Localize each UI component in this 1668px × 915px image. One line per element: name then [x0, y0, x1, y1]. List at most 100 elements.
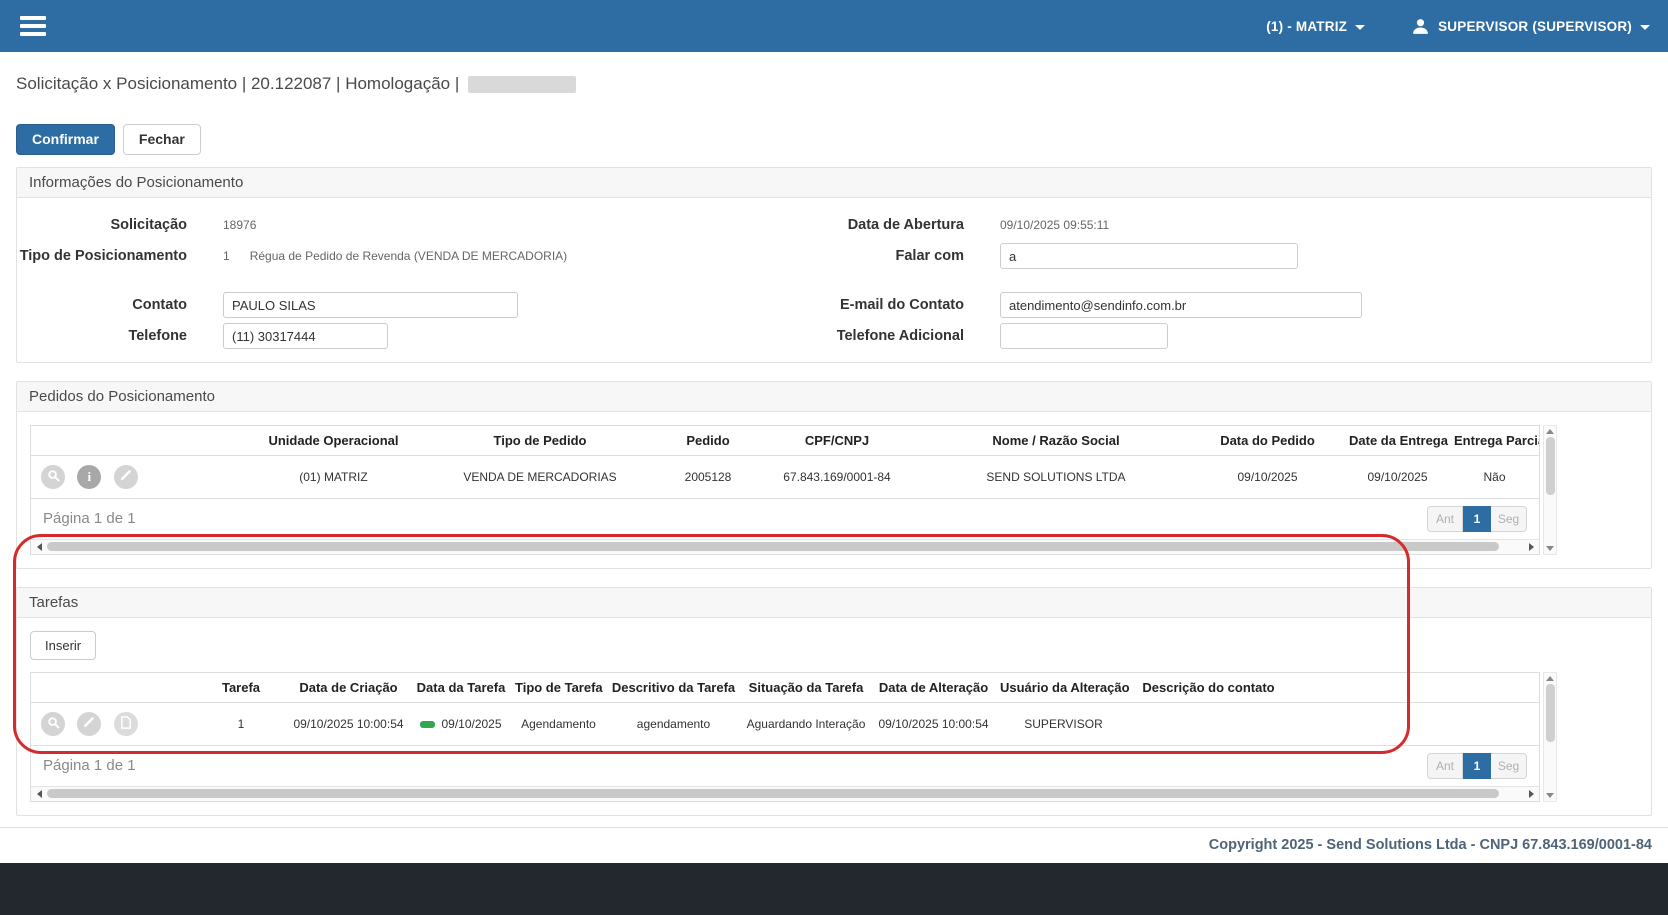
email-label: E-mail do Contato: [834, 297, 964, 313]
row-edit-button[interactable]: [77, 712, 101, 736]
telefone-label: Telefone: [17, 328, 187, 344]
col-pedido: Pedido: [664, 426, 752, 456]
telefone-adicional-input[interactable]: [1000, 323, 1168, 349]
vertical-scrollbar[interactable]: [1543, 672, 1557, 802]
pedidos-panel-title: Pedidos do Posicionamento: [17, 382, 1651, 412]
tipo-code: 1: [223, 249, 230, 263]
info-icon: i: [88, 470, 92, 483]
search-icon: [47, 716, 60, 732]
chevron-down-icon: [1640, 25, 1650, 30]
vertical-scrollbar[interactable]: [1543, 425, 1557, 555]
page: (1) - MATRIZ SUPERVISOR (SUPERVISOR) Sol…: [0, 0, 1668, 915]
horizontal-scrollbar[interactable]: [31, 539, 1539, 554]
telefone-adicional-label: Telefone Adicional: [834, 328, 964, 344]
col-actions: [31, 426, 251, 456]
info-panel-title: Informações do Posicionamento: [17, 168, 1651, 198]
topbar: (1) - MATRIZ SUPERVISOR (SUPERVISOR): [0, 0, 1668, 52]
cell-usuario-alteracao: SUPERVISOR: [996, 702, 1131, 745]
cell-nome: SEND SOLUTIONS LTDA: [922, 455, 1190, 498]
field-email-contato: E-mail do Contato: [834, 290, 1651, 321]
inserir-button[interactable]: Inserir: [30, 631, 96, 660]
next-page-button[interactable]: Seg: [1491, 506, 1527, 532]
horizontal-scrollbar[interactable]: [31, 786, 1539, 801]
scroll-left-icon[interactable]: [33, 543, 45, 551]
scroll-down-icon[interactable]: [1546, 793, 1554, 798]
field-solicitacao: Solicitação 18976: [17, 210, 834, 241]
cell-cpf-cnpj: 67.843.169/0001-84: [752, 455, 922, 498]
info-col-left: Solicitação 18976 Tipo de Posicionamento…: [17, 210, 834, 352]
menu-button[interactable]: [18, 8, 48, 44]
document-icon: [120, 716, 132, 732]
pedidos-table-zone: Unidade Operacional Tipo de Pedido Pedid…: [30, 425, 1558, 555]
cell-data-criacao: 09/10/2025 10:00:54: [286, 702, 411, 745]
table-row: i (01) MATRIZ VENDA DE MERCADORIAS 20051…: [31, 455, 1539, 498]
prev-page-button[interactable]: Ant: [1427, 753, 1463, 779]
cell-pedido: 2005128: [664, 455, 752, 498]
row-view-button[interactable]: [41, 712, 65, 736]
cell-tarefa: 1: [196, 702, 286, 745]
tipo-value: Régua de Pedido de Revenda (VENDA DE MER…: [250, 249, 567, 263]
row-view-button[interactable]: [41, 465, 65, 489]
telefone-input[interactable]: [223, 323, 388, 349]
col-filler: [1286, 673, 1539, 703]
confirmar-button[interactable]: Confirmar: [16, 124, 115, 155]
tarefas-panel-title: Tarefas: [17, 588, 1651, 618]
field-falar-com: Falar com: [834, 241, 1651, 272]
falar-com-input[interactable]: [1000, 243, 1298, 269]
field-data-abertura: Data de Abertura 09/10/2025 09:55:11: [834, 210, 1651, 241]
cell-data-pedido: 09/10/2025: [1190, 455, 1345, 498]
tarefas-table-zone: Tarefa Data de Criação Data da Tarefa Ti…: [30, 672, 1558, 802]
footer: Copyright 2025 - Send Solutions Ltda - C…: [0, 827, 1668, 915]
row-document-button[interactable]: [114, 712, 138, 736]
row-info-button[interactable]: i: [77, 465, 101, 489]
scrollbar-thumb[interactable]: [1546, 437, 1555, 495]
bottom-bar: [0, 863, 1668, 915]
col-entrega-parcial: Entrega Parcial: [1450, 426, 1539, 456]
status-green-indicator: [420, 721, 435, 728]
cell-situacao: Aguardando Interação: [741, 702, 871, 745]
field-telefone-adicional: Telefone Adicional: [834, 321, 1651, 352]
page-info: Página 1 de 1: [43, 757, 136, 774]
row-edit-button[interactable]: [114, 465, 138, 489]
field-contato: Contato: [17, 290, 834, 321]
scroll-left-icon[interactable]: [33, 790, 45, 798]
email-input[interactable]: [1000, 292, 1362, 318]
user-label: SUPERVISOR (SUPERVISOR): [1438, 19, 1632, 34]
falar-label: Falar com: [834, 248, 964, 264]
col-usuario-alteracao: Usuário da Alteração: [996, 673, 1131, 703]
solicitacao-label: Solicitação: [17, 217, 187, 233]
page-title: Solicitação x Posicionamento | 20.122087…: [16, 74, 459, 94]
tarefas-header-row: Tarefa Data de Criação Data da Tarefa Ti…: [31, 673, 1539, 703]
branch-selector[interactable]: (1) - MATRIZ: [1266, 19, 1365, 34]
col-data-alteracao: Data de Alteração: [871, 673, 996, 703]
scroll-down-icon[interactable]: [1546, 546, 1554, 551]
scroll-up-icon[interactable]: [1546, 676, 1554, 681]
scroll-right-icon[interactable]: [1525, 543, 1537, 551]
abertura-value: 09/10/2025 09:55:11: [1000, 218, 1109, 232]
cell-descricao-contato: [1131, 702, 1286, 745]
fechar-button[interactable]: Fechar: [123, 124, 201, 155]
scroll-right-icon[interactable]: [1525, 790, 1537, 798]
field-tipo-posicionamento: Tipo de Posicionamento 1 Régua de Pedido…: [17, 241, 834, 272]
user-menu[interactable]: SUPERVISOR (SUPERVISOR): [1411, 17, 1650, 36]
scroll-up-icon[interactable]: [1546, 429, 1554, 434]
contato-input[interactable]: [223, 292, 518, 318]
info-panel: Informações do Posicionamento Solicitaçã…: [16, 167, 1652, 363]
hamburger-icon: [20, 16, 46, 20]
tipo-label: Tipo de Posicionamento: [17, 248, 187, 264]
scrollbar-thumb[interactable]: [1546, 684, 1555, 742]
tarefas-table: Tarefa Data de Criação Data da Tarefa Ti…: [30, 672, 1540, 802]
col-tipo-pedido: Tipo de Pedido: [416, 426, 664, 456]
scrollbar-thumb[interactable]: [47, 789, 1499, 798]
abertura-label: Data de Abertura: [834, 217, 964, 233]
next-page-button[interactable]: Seg: [1491, 753, 1527, 779]
cell-descritivo: agendamento: [606, 702, 741, 745]
cell-data-entrega: 09/10/2025: [1345, 455, 1450, 498]
current-page-button[interactable]: 1: [1463, 753, 1491, 779]
scrollbar-thumb[interactable]: [47, 542, 1499, 551]
current-page-button[interactable]: 1: [1463, 506, 1491, 532]
col-actions: [31, 673, 196, 703]
prev-page-button[interactable]: Ant: [1427, 506, 1463, 532]
cell-filler: [1286, 702, 1539, 745]
tarefas-panel: Tarefas Inserir Tarefa Data: [16, 587, 1652, 816]
